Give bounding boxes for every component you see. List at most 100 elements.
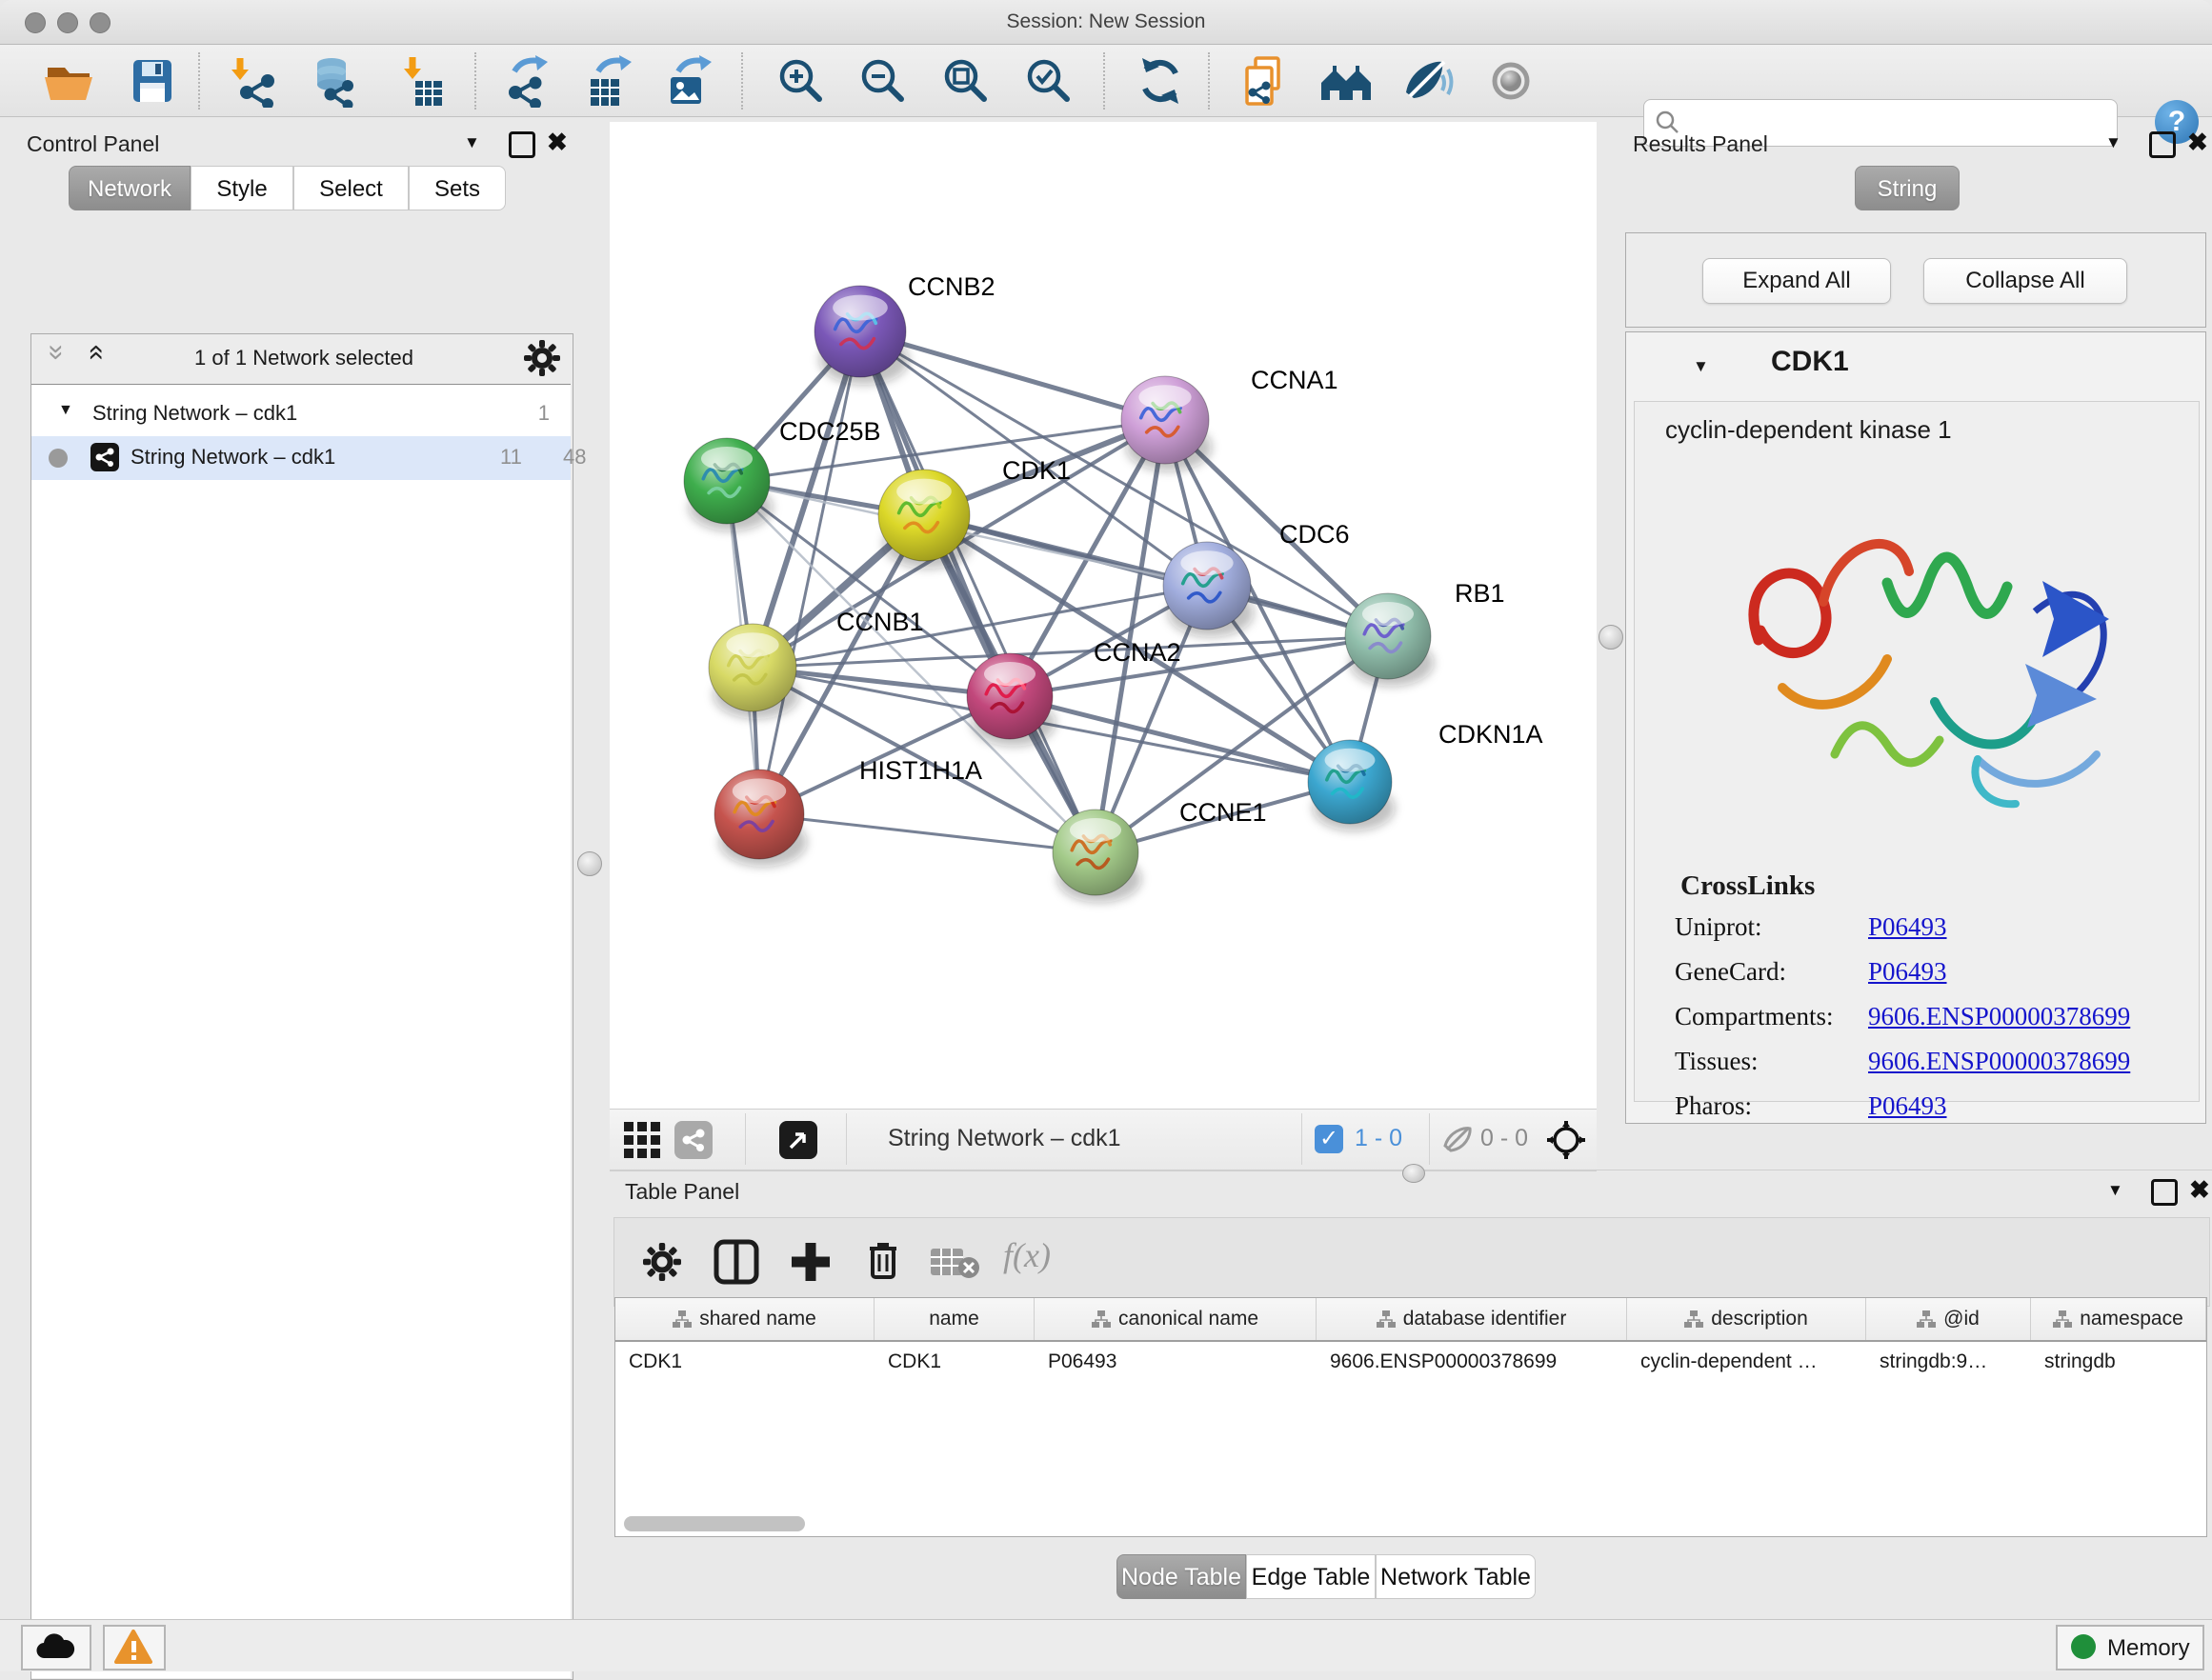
network-node-CCNA1[interactable]: CCNA1 bbox=[1121, 366, 1338, 471]
tree-expander-icon[interactable]: ▼ bbox=[58, 402, 73, 419]
column-header-description[interactable]: description bbox=[1627, 1298, 1866, 1340]
export-table-icon[interactable] bbox=[583, 54, 636, 108]
network-node-CDK1[interactable]: CDK1 bbox=[878, 456, 1071, 569]
expand-all-icon[interactable]: » bbox=[78, 345, 111, 361]
table-panel-menu-icon[interactable]: ▼ bbox=[2107, 1181, 2123, 1200]
table-panel-float-icon[interactable] bbox=[2151, 1179, 2178, 1206]
homes-icon[interactable] bbox=[1319, 54, 1373, 108]
warning-button[interactable] bbox=[103, 1625, 166, 1670]
node-gloss bbox=[1138, 385, 1191, 410]
collapse-all-button[interactable]: Collapse All bbox=[1923, 258, 2127, 304]
network-edge-CCNB2-CCNA1[interactable] bbox=[860, 331, 1165, 420]
cloud-button[interactable] bbox=[21, 1625, 91, 1670]
save-session-icon[interactable] bbox=[126, 54, 179, 108]
toolbar-separator bbox=[741, 52, 743, 110]
network-share-view-icon[interactable] bbox=[674, 1121, 713, 1159]
open-session-icon[interactable] bbox=[42, 54, 95, 108]
table-cell[interactable]: CDK1 bbox=[615, 1342, 875, 1382]
column-header-namespace[interactable]: namespace bbox=[2031, 1298, 2206, 1340]
network-node-CCNE1[interactable]: CCNE1 bbox=[1053, 798, 1267, 903]
table-row[interactable]: CDK1CDK1P064939606.ENSP00000378699cyclin… bbox=[615, 1342, 2206, 1382]
crosshair-icon[interactable] bbox=[1545, 1119, 1587, 1161]
import-table-icon[interactable] bbox=[396, 54, 450, 108]
copy-documents-icon[interactable] bbox=[1238, 54, 1292, 108]
expand-all-button[interactable]: Expand All bbox=[1702, 258, 1891, 304]
tree-column-icon bbox=[673, 1310, 692, 1329]
column-header-canonical-name[interactable]: canonical name bbox=[1035, 1298, 1317, 1340]
eye-sphere-icon[interactable] bbox=[1484, 54, 1538, 108]
table-cell[interactable]: 9606.ENSP00000378699 bbox=[1317, 1342, 1627, 1382]
zoom-out-icon[interactable] bbox=[855, 54, 909, 108]
status-bar: Memory bbox=[0, 1619, 2212, 1671]
column-header-@id[interactable]: @id bbox=[1866, 1298, 2031, 1340]
crosslink-link[interactable]: 9606.ENSP00000378699 bbox=[1868, 1047, 2130, 1076]
memory-button[interactable]: Memory bbox=[2056, 1625, 2204, 1670]
column-header-database-identifier[interactable]: database identifier bbox=[1317, 1298, 1627, 1340]
table-cell[interactable]: CDK1 bbox=[875, 1342, 1035, 1382]
column-header-shared-name[interactable]: shared name bbox=[615, 1298, 875, 1340]
network-node-CDKN1A[interactable]: CDKN1A bbox=[1308, 720, 1543, 830]
table-cell[interactable]: stringdb bbox=[2031, 1342, 2206, 1382]
export-image-icon[interactable] bbox=[663, 54, 716, 108]
node-gloss bbox=[1362, 602, 1414, 626]
zoom-fit-icon[interactable] bbox=[938, 54, 992, 108]
control-panel-close-icon[interactable]: ✖ bbox=[547, 128, 568, 157]
gene-section: ▼ CDK1 cyclin-dependent kinase 1 CrossLi… bbox=[1625, 331, 2206, 1124]
network-options-gear-icon[interactable] bbox=[522, 338, 562, 378]
table-settings-gear-icon[interactable] bbox=[641, 1241, 683, 1283]
refresh-layout-icon[interactable] bbox=[1134, 54, 1187, 108]
zoom-in-icon[interactable] bbox=[774, 54, 827, 108]
hidden-eye-icon[interactable] bbox=[1440, 1123, 1475, 1157]
network-tree-root-row[interactable]: ▼ String Network – cdk1 1 bbox=[31, 392, 571, 436]
tab-edge-table[interactable]: Edge Table bbox=[1246, 1554, 1376, 1599]
left-splitter-handle[interactable] bbox=[577, 851, 602, 876]
delete-column-icon[interactable] bbox=[860, 1237, 906, 1283]
function-builder-icon[interactable]: f(x) bbox=[1003, 1235, 1051, 1275]
network-collection-label: String Network – cdk1 bbox=[92, 401, 297, 426]
horizontal-scrollbar-thumb[interactable] bbox=[624, 1516, 805, 1531]
memory-status-dot bbox=[2071, 1634, 2096, 1659]
delete-table-icon[interactable] bbox=[929, 1245, 982, 1279]
hide-eye-waves-icon[interactable] bbox=[1400, 54, 1454, 108]
show-columns-icon[interactable] bbox=[714, 1239, 759, 1285]
network-edge-HIST1H1A-CCNE1[interactable] bbox=[759, 814, 1096, 852]
column-header-name[interactable]: name bbox=[875, 1298, 1035, 1340]
crosslink-link[interactable]: 9606.ENSP00000378699 bbox=[1868, 1002, 2130, 1031]
network-node-RB1[interactable]: RB1 bbox=[1345, 579, 1505, 687]
zoom-selected-icon[interactable] bbox=[1021, 54, 1075, 108]
control-panel-float-icon[interactable] bbox=[509, 131, 535, 158]
tab-string[interactable]: String bbox=[1855, 166, 1960, 210]
tab-network-table[interactable]: Network Table bbox=[1376, 1554, 1536, 1599]
tab-style[interactable]: Style bbox=[191, 166, 293, 210]
crosslink-link[interactable]: P06493 bbox=[1868, 912, 1947, 942]
table-panel-close-icon[interactable]: ✖ bbox=[2189, 1175, 2210, 1205]
import-network-file-icon[interactable] bbox=[227, 54, 280, 108]
table-cell[interactable]: P06493 bbox=[1035, 1342, 1317, 1382]
crosslink-link[interactable]: P06493 bbox=[1868, 1091, 1947, 1121]
tab-select[interactable]: Select bbox=[293, 166, 409, 210]
birds-eye-view-icon[interactable] bbox=[779, 1121, 817, 1159]
selected-checkbox-icon[interactable]: ✓ bbox=[1315, 1125, 1343, 1153]
table-cell[interactable]: cyclin-dependent … bbox=[1627, 1342, 1866, 1382]
network-node-CCNB2[interactable]: CCNB2 bbox=[814, 272, 995, 385]
tab-node-table[interactable]: Node Table bbox=[1116, 1554, 1246, 1599]
export-network-icon[interactable] bbox=[503, 54, 556, 108]
network-canvas[interactable]: CCNB2CCNA1CDC25BCDK1CDC6RB1CCNB1CCNA2CDK… bbox=[610, 122, 1597, 1109]
table-cell[interactable]: stringdb:9… bbox=[1866, 1342, 2031, 1382]
crosslink-link[interactable]: P06493 bbox=[1868, 957, 1947, 987]
gene-expander-icon[interactable]: ▼ bbox=[1693, 357, 1709, 376]
node-gloss bbox=[896, 479, 952, 505]
import-network-database-icon[interactable] bbox=[307, 54, 360, 108]
results-panel-menu-icon[interactable]: ▼ bbox=[2105, 133, 2122, 152]
network-edge-CCNB2-HIST1H1A[interactable] bbox=[759, 331, 860, 814]
add-column-icon[interactable] bbox=[788, 1239, 834, 1285]
tab-sets[interactable]: Sets bbox=[409, 166, 506, 210]
control-panel-menu-icon[interactable]: ▼ bbox=[464, 133, 480, 152]
results-panel-float-icon[interactable] bbox=[2149, 131, 2176, 158]
results-panel-close-icon[interactable]: ✖ bbox=[2187, 128, 2208, 157]
network-tree-child-row[interactable]: String Network – cdk1 11 48 bbox=[31, 436, 571, 480]
collapse-all-icon[interactable]: » bbox=[40, 345, 72, 361]
grid-view-icon[interactable] bbox=[623, 1121, 661, 1159]
crosslink-label: GeneCard: bbox=[1675, 957, 1786, 987]
tab-network[interactable]: Network bbox=[69, 166, 191, 210]
